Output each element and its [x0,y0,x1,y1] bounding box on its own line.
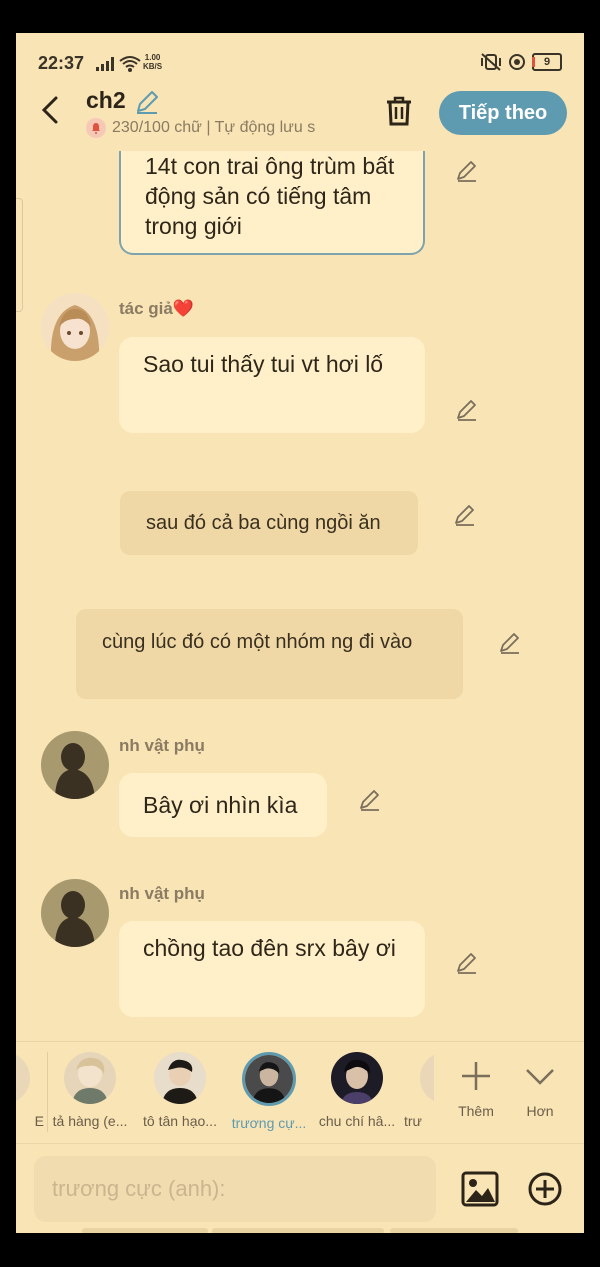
character-avatar [154,1052,206,1104]
message-text: Sao tui thấy tui vt hơi lố [143,351,384,377]
wifi-icon [119,56,141,72]
message-bubble[interactable]: Bây ơi nhìn kìa [119,773,327,837]
app-screen: 22:37 1.00 KB/S 9 ch2 230/100 chữ | Tự đ… [16,33,584,1233]
more-button[interactable]: Hơn [515,1060,565,1119]
speed-value: 1.00 [144,53,161,62]
message-text: chồng tao đên srx bây ơi [143,935,396,961]
message-bubble[interactable]: Sao tui thấy tui vt hơi lố [119,337,425,433]
edit-pencil-icon[interactable] [455,951,479,975]
side-drawer-handle[interactable] [16,198,23,312]
character-option[interactable]: E [16,1052,44,1129]
keyboard-tab-strip [82,1228,208,1233]
character-label: chu chí hâ... [318,1113,396,1129]
edit-pencil-icon[interactable] [498,631,522,655]
image-icon[interactable] [461,1171,499,1207]
bell-icon [86,118,106,138]
character-avatar [16,1052,30,1104]
status-time: 22:37 [38,53,85,73]
keyboard-tab-strip [390,1228,518,1233]
add-label: Thêm [458,1103,494,1119]
edit-title-pencil-icon[interactable] [134,89,160,115]
data-saver-icon [509,54,525,70]
chapter-title[interactable]: ch2 [86,87,126,114]
character-option[interactable]: trư [404,1052,434,1129]
speed-unit: KB/S [143,62,163,71]
character-label: tả hàng (e... [52,1113,128,1129]
editor-header: ch2 230/100 chữ | Tự động lưu s Tiếp the… [16,83,584,151]
speaker-name: tác giả❤️ [119,299,195,318]
network-speed: 1.00 KB/S [143,53,162,71]
narration-bubble[interactable]: cùng lúc đó có một nhóm ng đi vào [76,609,463,699]
side-character-avatar[interactable] [41,879,109,947]
battery-level: 9 [543,56,551,68]
edit-pencil-icon[interactable] [358,788,382,812]
message-text: 14t con trai ông trùm bất động sản có ti… [145,153,395,239]
author-avatar[interactable] [41,293,109,361]
speaker-name: nh vật phụ [119,884,205,903]
word-count-text: 230/100 chữ | Tự động lưu s [112,119,316,136]
character-label: trương cự... [231,1115,307,1131]
message-bubble[interactable]: chồng tao đên srx bây ơi [119,921,425,1017]
back-arrow-icon[interactable] [38,95,62,125]
system-icons: 9 [480,53,562,71]
character-selector: E tả hàng (e... tô tân hạo... trương cự.… [16,1041,584,1144]
character-option[interactable]: tô tân hạo... [140,1052,220,1129]
speaker-name: nh vật phụ [119,736,205,755]
narration-bubble[interactable]: sau đó cả ba cùng ngồi ăn [120,491,418,555]
character-avatar [242,1052,296,1106]
plus-icon [462,1062,490,1090]
narration-text: cùng lúc đó có một nhóm ng đi vào [102,631,413,653]
more-label: Hơn [526,1103,554,1119]
character-label: tô tân hạo... [143,1113,217,1129]
next-button[interactable]: Tiếp theo [439,91,567,135]
message-text: Bây ơi nhìn kìa [143,792,298,818]
character-option[interactable]: chu chí hâ... [317,1052,397,1129]
selector-divider [47,1052,48,1132]
trash-icon[interactable] [384,95,414,127]
message-bubble[interactable]: 14t con trai ông trùm bất động sản có ti… [119,151,425,255]
message-input[interactable] [34,1156,436,1222]
edit-pencil-icon[interactable] [455,159,479,183]
character-option-selected[interactable]: trương cự... [229,1052,309,1131]
character-avatar [331,1052,383,1104]
character-label: E [34,1113,44,1129]
character-label: trư [404,1113,422,1129]
side-character-avatar[interactable] [41,731,109,799]
vibrate-off-icon [481,53,501,71]
chevron-down-icon [526,1069,554,1085]
character-avatar [420,1052,434,1104]
character-option[interactable]: tả hàng (e... [50,1052,130,1129]
edit-pencil-icon[interactable] [455,398,479,422]
story-chat-area[interactable]: 14t con trai ông trùm bất động sản có ti… [16,151,584,1041]
add-character-button[interactable]: Thêm [451,1060,501,1119]
battery-icon: 9 [532,53,562,71]
composer-bar [16,1143,584,1233]
keyboard-tab-strip [212,1228,384,1233]
signal-icon [96,57,114,71]
word-count-row: 230/100 chữ | Tự động lưu s [86,118,356,138]
add-circle-icon[interactable] [527,1171,563,1207]
character-avatar [64,1052,116,1104]
narration-text: sau đó cả ba cùng ngồi ăn [146,512,381,534]
edit-pencil-icon[interactable] [453,503,477,527]
